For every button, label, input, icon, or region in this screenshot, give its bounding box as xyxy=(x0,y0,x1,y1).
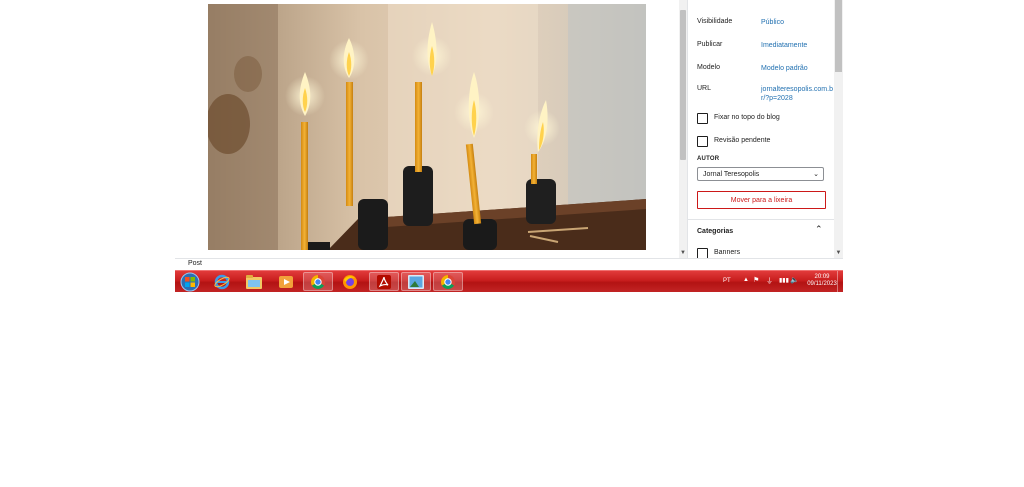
clock-date: 09/11/2023 xyxy=(807,281,837,287)
action-center-flag-icon[interactable]: ⚑ xyxy=(753,276,759,284)
volume-icon[interactable]: 🔈 xyxy=(790,276,799,284)
taskbar-file-explorer[interactable] xyxy=(239,272,269,291)
taskbar-photo-viewer[interactable] xyxy=(401,272,431,291)
category-label[interactable]: Banners xyxy=(714,249,740,256)
show-desktop-button[interactable] xyxy=(837,271,843,292)
pending-review-checkbox[interactable] xyxy=(697,136,708,147)
chrome-icon xyxy=(441,274,455,289)
taskbar-internet-explorer[interactable] xyxy=(207,272,237,291)
template-value-link[interactable]: Modelo padrão xyxy=(761,64,833,73)
chrome-icon xyxy=(311,274,325,289)
clock-time: 20:09 xyxy=(814,274,830,280)
screen: ▼ Visibilidade Público Publicar Imediata… xyxy=(175,0,843,292)
template-label: Modelo xyxy=(697,64,720,71)
taskbar-chrome-1[interactable] xyxy=(303,272,333,291)
scroll-down-arrow-icon[interactable]: ▼ xyxy=(679,250,687,256)
publish-value-link[interactable]: Imediatamente xyxy=(761,41,833,50)
start-button[interactable] xyxy=(175,272,205,291)
firefox-icon xyxy=(343,274,357,289)
author-select[interactable]: Jornal Teresopolis ⌄ xyxy=(697,167,824,181)
folder-icon xyxy=(246,274,262,289)
chevron-up-icon[interactable]: ⌃ xyxy=(815,224,823,235)
editor-scrollbar[interactable]: ▼ xyxy=(679,0,687,258)
photo-viewer-icon xyxy=(408,274,424,289)
network-signal-icon[interactable]: ▮▮▮ xyxy=(779,277,789,284)
post-image-candles[interactable] xyxy=(208,4,646,250)
visibility-label: Visibilidade xyxy=(697,18,733,25)
editor-scrollbar-thumb[interactable] xyxy=(680,10,686,160)
taskbar-chrome-2[interactable] xyxy=(433,272,463,291)
url-value-link[interactable]: jornalteresopolis.com.br/?p=2028 xyxy=(761,85,833,103)
sticky-checkbox[interactable] xyxy=(697,113,708,124)
windows-logo-icon xyxy=(180,272,200,291)
taskbar-acrobat[interactable] xyxy=(369,272,399,291)
language-indicator[interactable]: PT xyxy=(723,278,731,284)
sticky-checkbox-label[interactable]: Fixar no topo do blog xyxy=(714,114,780,121)
taskbar-media-player[interactable] xyxy=(271,272,301,291)
clock[interactable]: 20:09 09/11/2023 xyxy=(807,274,837,288)
acrobat-icon xyxy=(377,274,391,289)
publish-label: Publicar xyxy=(697,41,723,48)
visibility-value-link[interactable]: Público xyxy=(761,18,833,27)
editor-canvas[interactable] xyxy=(175,0,679,258)
move-to-trash-button[interactable]: Mover para a lixeira xyxy=(697,191,826,209)
sidebar-scrollbar-thumb[interactable] xyxy=(835,0,842,72)
internet-explorer-icon xyxy=(214,274,230,289)
power-plug-icon[interactable]: ⏚ xyxy=(766,276,773,286)
block-breadcrumb[interactable]: Post xyxy=(188,260,202,267)
system-tray: PT ▲ ⚑ ⏚ ▮▮▮ 🔈 20:09 09/11/2023 xyxy=(711,271,843,292)
author-label: AUTOR xyxy=(697,156,720,162)
taskbar-firefox[interactable] xyxy=(335,272,365,291)
chevron-down-icon: ⌄ xyxy=(813,171,819,178)
sidebar-scrollbar[interactable]: ▼ xyxy=(834,0,843,258)
post-settings-sidebar: Visibilidade Público Publicar Imediatame… xyxy=(687,0,843,259)
scroll-down-arrow-icon[interactable]: ▼ xyxy=(834,250,843,256)
url-label: URL xyxy=(697,85,712,92)
media-player-icon xyxy=(279,275,293,288)
pending-review-checkbox-label[interactable]: Revisão pendente xyxy=(714,137,770,144)
windows-taskbar: PT ▲ ⚑ ⏚ ▮▮▮ 🔈 20:09 09/11/2023 xyxy=(175,270,843,292)
categories-panel-title[interactable]: Categorias xyxy=(697,228,733,235)
show-hidden-icons-icon[interactable]: ▲ xyxy=(743,277,749,283)
author-select-value: Jornal Teresopolis xyxy=(703,171,760,178)
panel-divider xyxy=(688,219,843,220)
